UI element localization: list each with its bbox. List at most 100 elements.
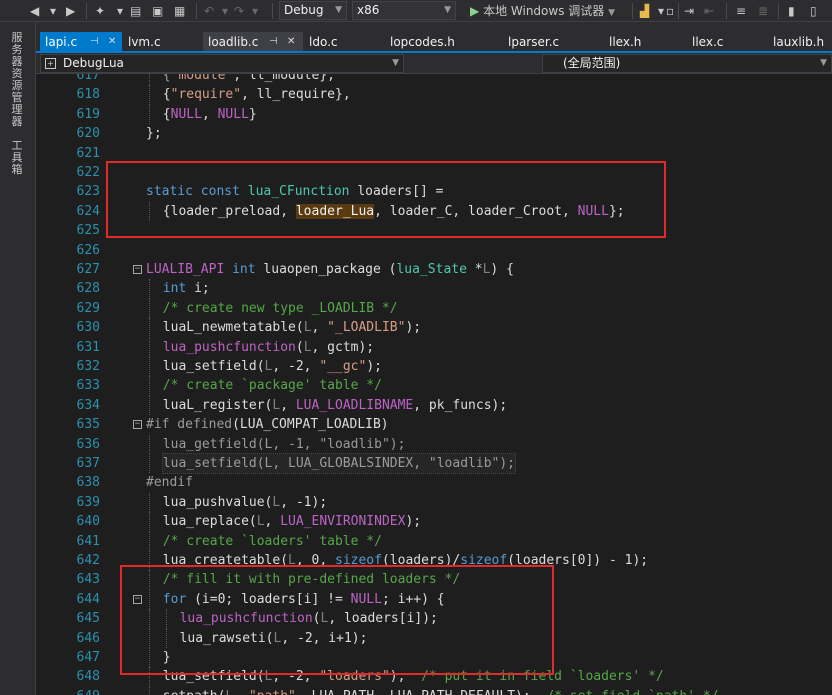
new-project-dropdown-icon[interactable]: ▾ [117, 3, 123, 19]
code-token: { [162, 87, 171, 103]
tab-lauxlib-h[interactable]: lauxlib.h [768, 32, 832, 52]
line-number: 645 [76, 611, 100, 627]
code-line[interactable]: 632 lua_setfield(L, -2, "__gc"); [36, 357, 832, 377]
code-line[interactable]: 641 /* create `loaders' table */ [36, 531, 832, 551]
code-token: NULL [217, 106, 249, 122]
server-explorer-tab[interactable]: 服务器资源管理器 [10, 32, 24, 128]
indent-guide [149, 104, 150, 125]
code-line[interactable]: 636 lua_getfield(L, -1, "loadlib"); [36, 434, 832, 454]
fold-toggle-icon[interactable]: − [133, 420, 142, 430]
code-text: /* create `loaders' table */ [163, 532, 382, 551]
code-line[interactable]: 628 int i; [36, 279, 832, 299]
code-line[interactable]: 639 lua_pushvalue(L, -1); [36, 492, 832, 513]
project-dropdown[interactable]: + DebugLua ▼ [40, 54, 404, 73]
line-number: 628 [76, 281, 100, 297]
indent-icon[interactable]: ⇥ [684, 3, 694, 19]
redo-dropdown-icon[interactable]: ▾ [252, 3, 258, 19]
code-line[interactable]: 638 #endif [36, 473, 832, 492]
line-number: 635 [76, 417, 100, 433]
code-token: "_LOADLIB" [327, 320, 406, 336]
code-token: lua_pushcfunction [162, 339, 296, 355]
code-line[interactable]: 626 [36, 241, 832, 260]
scope-dropdown[interactable]: (全局范围) ▼ [542, 54, 832, 73]
code-line[interactable]: 630 luaL_newmetatable(L, "_LOADLIB"); [36, 318, 832, 338]
code-line[interactable]: 629 /* create new type _LOADLIB */ [36, 298, 832, 319]
indent-guide [149, 454, 150, 474]
redo-icon[interactable]: ↷ [234, 3, 244, 19]
indent-guide [149, 279, 150, 299]
find-in-files-icon[interactable]: ▟ [640, 3, 649, 19]
tab-label: ldo.c [309, 35, 338, 49]
close-icon[interactable]: ✕ [108, 32, 116, 52]
line-number: 618 [76, 87, 100, 103]
code-line[interactable]: 635 − #if defined(LUA_COMPAT_LOADLIB) [36, 415, 832, 434]
tab-lparser-c[interactable]: lparser.c [503, 32, 593, 52]
code-line[interactable]: 634 luaL_register(L, LUA_LOADLIBNAME, pk_… [36, 395, 832, 416]
pin-icon[interactable]: ⊣ [269, 32, 278, 52]
find-dropdown-icon[interactable]: ▾ [658, 3, 664, 19]
code-token: , [264, 514, 281, 530]
tab-lopcodes-h[interactable]: lopcodes.h [385, 32, 495, 52]
code-line[interactable]: 631 lua_pushcfunction(L, gctm); [36, 337, 832, 357]
code-line[interactable]: 620}; [36, 124, 832, 143]
code-line[interactable]: 627 − LUALIB_API int luaopen_package (lua_… [36, 260, 832, 279]
forward-icon[interactable]: ▶ [66, 3, 75, 19]
new-project-icon[interactable]: ✦ [95, 3, 105, 19]
code-token: LUA_LOADLIBNAME [295, 397, 414, 413]
back-icon[interactable]: ◀ [30, 3, 39, 19]
code-editor[interactable]: 617 {"module", ll_module}, 618 {"require", … [36, 74, 832, 695]
undo-icon[interactable]: ↶ [204, 3, 214, 19]
outdent-icon[interactable]: ⇤ [704, 3, 714, 19]
line-number: 634 [76, 397, 100, 413]
save-icon[interactable]: ▣ [152, 3, 163, 19]
pin-icon[interactable]: ⊣ [90, 32, 99, 52]
back-dropdown-icon[interactable]: ▾ [50, 3, 56, 19]
tab-llex-h[interactable]: llex.h [604, 32, 676, 52]
tab-lapi-c[interactable]: lapi.c ⊣ ✕ [40, 32, 122, 52]
code-text: {NULL, NULL} [163, 105, 257, 124]
uncomment-icon[interactable]: ≣ [758, 3, 768, 19]
solution-config-dropdown[interactable]: Debug ▼ [279, 1, 347, 20]
code-token: , pk_funcs); [413, 397, 508, 413]
tab-loadlib-c[interactable]: loadlib.c ⊣ ✕ [203, 32, 303, 52]
fold-toggle-icon[interactable]: − [133, 265, 142, 274]
code-line[interactable]: 637 lua_setfield(L, LUA_GLOBALSINDEX, "lo… [36, 452, 832, 475]
code-token: lua_setfield( [162, 359, 265, 374]
code-token: * [466, 262, 483, 277]
start-debugging-button[interactable]: ▶ 本地 Windows 调试器 ▼ [470, 3, 630, 19]
indent-guide [149, 357, 150, 377]
open-file-icon[interactable]: ▤ [130, 3, 141, 19]
tab-label: llex.c [692, 35, 724, 49]
code-text: setpath(L, "path", LUA_PATH, LUA_PATH_DE… [163, 687, 719, 695]
document-tab-strip: lapi.c ⊣ ✕ lvm.c loadlib.c ⊣ ✕ ldo.c lop… [36, 22, 832, 52]
code-token: "__gc" [319, 359, 367, 374]
code-line[interactable]: 618 {"require", ll_require}, [36, 85, 832, 105]
code-line[interactable]: 649 setpath(L, "path", LUA_PATH, LUA_PATH… [36, 686, 832, 695]
annotation-box-loaders-decl [106, 161, 666, 238]
platform-dropdown[interactable]: x86 ▼ [352, 1, 456, 20]
bookmark-next-icon[interactable]: ▯ [810, 3, 817, 19]
comment-icon[interactable]: ≡ [736, 3, 746, 19]
close-icon[interactable]: ✕ [287, 32, 295, 52]
tab-label: lapi.c [45, 35, 78, 49]
tab-llex-c[interactable]: llex.c [687, 32, 759, 52]
code-token: ); [366, 359, 382, 374]
toolbar-separator [778, 3, 779, 19]
tab-ldo-c[interactable]: ldo.c [304, 32, 378, 52]
toolbar-overflow-icon[interactable]: ▫ [666, 3, 674, 19]
undo-dropdown-icon[interactable]: ▾ [222, 3, 228, 19]
code-line[interactable]: 617 {"module", ll_module}, [36, 74, 832, 86]
tab-lvm-c[interactable]: lvm.c [123, 32, 201, 52]
code-line[interactable]: 640 lua_replace(L, LUA_ENVIRONINDEX); [36, 512, 832, 532]
code-line[interactable]: 633 /* create `package' table */ [36, 376, 832, 396]
chevron-down-icon: ▼ [392, 58, 399, 68]
tab-label: llex.h [609, 35, 642, 49]
save-all-icon[interactable]: ▦ [174, 3, 185, 19]
code-token: lua_setfield(L, LUA_GLOBALSINDEX, "loadl… [162, 456, 515, 471]
code-token: lua_replace( [162, 514, 257, 530]
code-token: LUA_ENVIRONINDEX [280, 514, 406, 530]
toolbox-tab[interactable]: 工具箱 [10, 140, 24, 176]
bookmark-icon[interactable]: ▮ [788, 3, 795, 19]
code-token: i; [186, 281, 210, 297]
code-line[interactable]: 619 {NULL, NULL} [36, 104, 832, 125]
